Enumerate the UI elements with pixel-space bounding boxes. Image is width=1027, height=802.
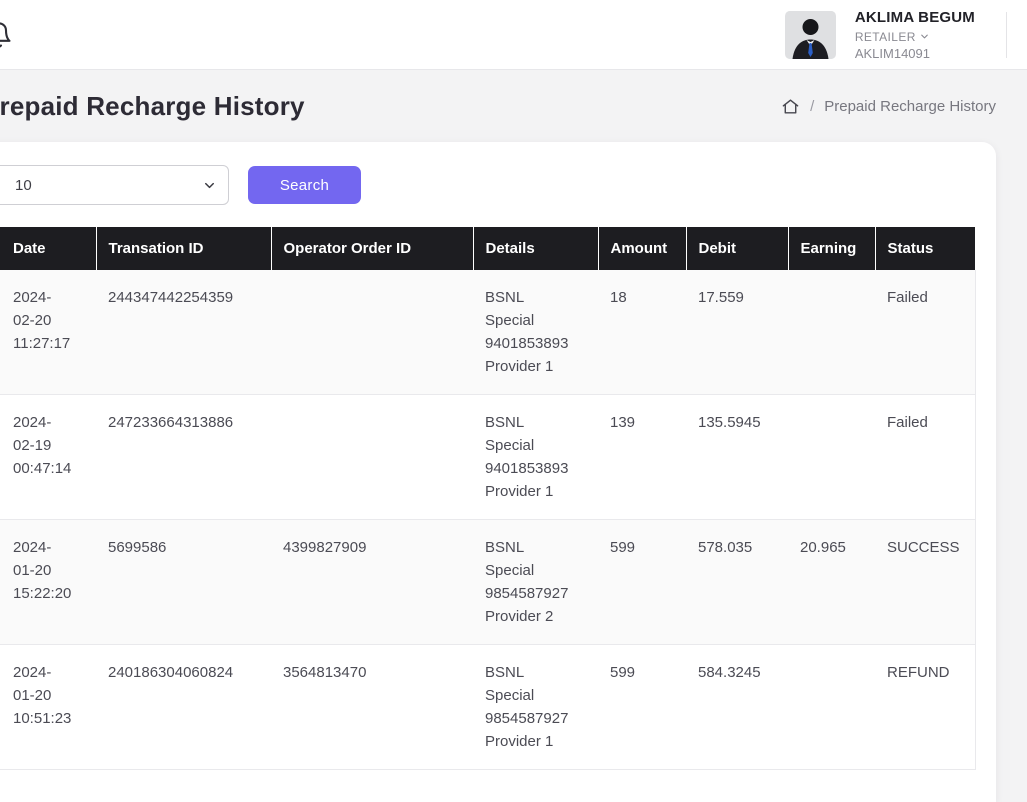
cell-details: BSNL Special 9401853893 Provider 1 (473, 270, 598, 395)
cell-date: 2024- 01-20 10:51:23 (0, 645, 96, 770)
cell-transaction-id: 240186304060824 (96, 645, 271, 770)
column-header-transaction-id: Transation ID (96, 227, 271, 270)
cell-earning (788, 270, 875, 395)
cell-transaction-id: 244347442254359 (96, 270, 271, 395)
cell-operator-order-id: 4399827909 (271, 520, 473, 645)
table-row: 2024- 02-19 00:47:14 247233664313886 BSN… (0, 395, 975, 520)
cell-status: SUCCESS (875, 520, 975, 645)
table-row: 2024- 01-20 10:51:23 240186304060824 356… (0, 645, 975, 770)
cell-debit: 584.3245 (686, 645, 788, 770)
cell-date: 2024- 01-20 15:22:20 (0, 520, 96, 645)
cell-amount: 599 (598, 645, 686, 770)
page: { "topbar": { "user": { "name": "AKLIMA … (0, 0, 1027, 736)
cell-details: BSNL Special 9854587927 Provider 1 (473, 645, 598, 770)
page-size-select-wrap: 10 (0, 165, 229, 205)
chevron-down-icon (919, 31, 930, 42)
table-row: 2024- 02-20 11:27:17 244347442254359 BSN… (0, 270, 975, 395)
topbar: AKLIMA BEGUM RETAILER AKLIM14091 (0, 0, 1027, 70)
cell-status: Failed (875, 395, 975, 520)
cell-details: BSNL Special 9401853893 Provider 1 (473, 395, 598, 520)
recharge-history-table-wrap: Date Transation ID Operator Order ID Det… (0, 227, 996, 770)
user-name: AKLIMA BEGUM (855, 9, 975, 27)
user-role[interactable]: RETAILER (855, 30, 975, 44)
column-header-debit: Debit (686, 227, 788, 270)
cell-debit: 578.035 (686, 520, 788, 645)
column-header-operator-order-id: Operator Order ID (271, 227, 473, 270)
table-row: 2024- 01-20 15:22:20 5699586 4399827909 … (0, 520, 975, 645)
cell-amount: 139 (598, 395, 686, 520)
table-header: Date Transation ID Operator Order ID Det… (0, 227, 975, 270)
column-header-details: Details (473, 227, 598, 270)
bell-icon[interactable] (0, 21, 13, 49)
cell-debit: 135.5945 (686, 395, 788, 520)
cell-earning: 20.965 (788, 520, 875, 645)
cell-earning (788, 395, 875, 520)
recharge-history-table: Date Transation ID Operator Order ID Det… (0, 227, 976, 770)
breadcrumb-current: Prepaid Recharge History (824, 98, 996, 115)
column-header-earning: Earning (788, 227, 875, 270)
user-id: AKLIM14091 (855, 46, 975, 61)
cell-amount: 599 (598, 520, 686, 645)
cell-earning (788, 645, 875, 770)
table-body: 2024- 02-20 11:27:17 244347442254359 BSN… (0, 270, 975, 770)
cell-amount: 18 (598, 270, 686, 395)
cell-status: REFUND (875, 645, 975, 770)
cell-transaction-id: 247233664313886 (96, 395, 271, 520)
search-button[interactable]: Search (248, 166, 361, 204)
user-info[interactable]: AKLIMA BEGUM RETAILER AKLIM14091 (855, 9, 975, 61)
title-row: Prepaid Recharge History / Prepaid Recha… (0, 70, 1027, 142)
topbar-divider (1006, 12, 1007, 58)
cell-operator-order-id (271, 395, 473, 520)
breadcrumb: / Prepaid Recharge History (781, 97, 996, 116)
cell-date: 2024- 02-19 00:47:14 (0, 395, 96, 520)
avatar[interactable] (785, 11, 836, 59)
column-header-amount: Amount (598, 227, 686, 270)
user-menu[interactable]: AKLIMA BEGUM RETAILER AKLIM14091 (785, 0, 1007, 70)
table-controls: 10 Search (0, 165, 996, 205)
cell-date: 2024- 02-20 11:27:17 (0, 270, 96, 395)
cell-status: Failed (875, 270, 975, 395)
cell-operator-order-id: 3564813470 (271, 645, 473, 770)
cell-transaction-id: 5699586 (96, 520, 271, 645)
column-header-date: Date (0, 227, 96, 270)
page-title: Prepaid Recharge History (0, 91, 305, 122)
content-card: 10 Search Date Transation ID Operator Or… (0, 142, 996, 802)
breadcrumb-separator: / (810, 98, 814, 115)
cell-debit: 17.559 (686, 270, 788, 395)
page-size-select[interactable]: 10 (0, 165, 229, 205)
home-icon[interactable] (781, 97, 800, 116)
column-header-status: Status (875, 227, 975, 270)
cell-operator-order-id (271, 270, 473, 395)
cell-details: BSNL Special 9854587927 Provider 2 (473, 520, 598, 645)
